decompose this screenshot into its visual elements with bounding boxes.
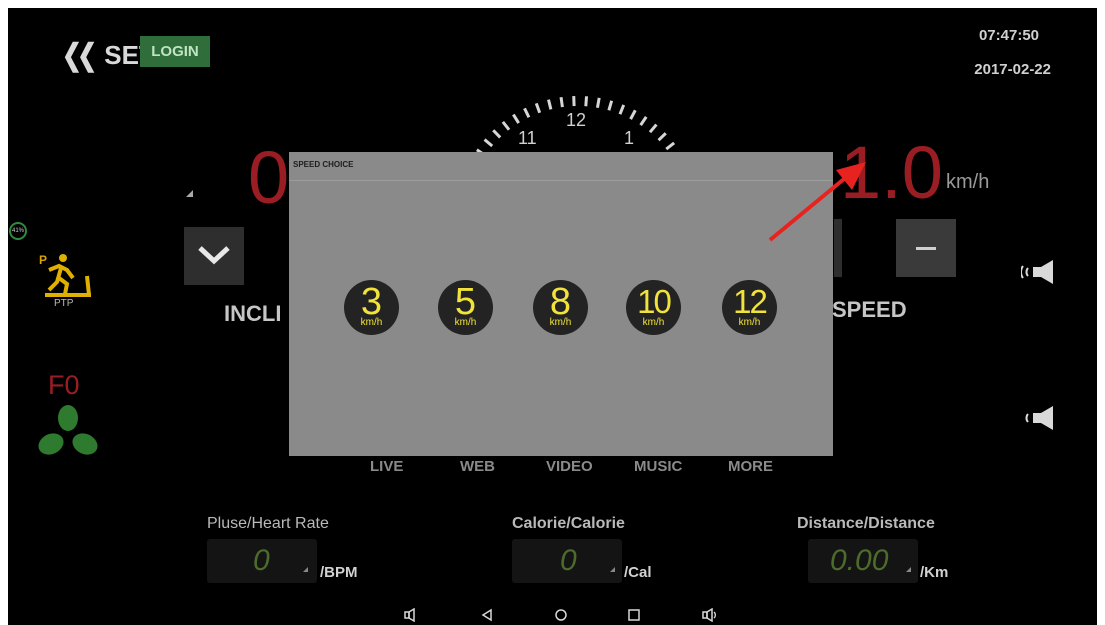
dial-tick (607, 100, 614, 111)
dial-tick (492, 129, 502, 139)
speed-choice-10[interactable]: 10 km/h (626, 280, 681, 335)
speed-choice-unit: km/h (549, 317, 572, 328)
incline-value: 0 (248, 136, 290, 219)
volume-down-icon[interactable] (1021, 404, 1061, 432)
incline-label: INCLI (224, 301, 282, 326)
heart-rate-value: 0 (253, 544, 270, 577)
speed-choice-value: 3 (360, 281, 383, 323)
speed-minus-button[interactable] (896, 219, 956, 277)
distance-value: 0.00 (830, 544, 889, 577)
home-icon[interactable] (554, 608, 568, 622)
dial-tick (648, 123, 658, 134)
dial-tick (665, 141, 676, 151)
dial-tick (547, 99, 553, 110)
dial-tick (523, 107, 531, 118)
dialog-title: SPEED CHOICE (293, 160, 354, 169)
dial-label-11: 11 (518, 128, 537, 148)
distance-field: 0.00 (808, 539, 918, 583)
volume-up-icon[interactable] (702, 608, 718, 622)
dial-tick (501, 120, 511, 131)
heart-rate-field: 0 (207, 539, 317, 583)
speed-choice-8[interactable]: 8 km/h (533, 280, 588, 335)
speed-choice-unit: km/h (360, 317, 383, 328)
speed-choice-12[interactable]: 12 km/h (722, 280, 777, 335)
field-corner-icon (610, 567, 615, 572)
annotation-arrow-icon (768, 162, 866, 242)
dial-tick (618, 104, 626, 115)
menu-video[interactable]: VIDEO (546, 458, 593, 475)
clock-time: 07:47:50 (978, 27, 1039, 44)
calorie-unit: /Cal (624, 564, 652, 581)
dial-tick (639, 116, 648, 126)
dialog-divider (289, 180, 833, 181)
calorie-value: 0 (560, 544, 577, 577)
chevron-down-icon (198, 246, 230, 265)
dial-tick (657, 132, 667, 142)
recents-icon[interactable] (627, 608, 641, 622)
back-icon[interactable] (480, 608, 494, 622)
speed-unit: km/h (946, 171, 990, 193)
volume-up-icon[interactable] (1021, 258, 1061, 286)
dial-tick (629, 109, 637, 120)
speed-choice-value: 10 (637, 283, 672, 320)
fan-icon[interactable] (38, 404, 98, 460)
menu-more[interactable]: MORE (728, 458, 773, 475)
distance-unit: /Km (920, 564, 949, 581)
dial-tick (595, 97, 601, 108)
dial-tick (559, 96, 564, 108)
dial-tick (534, 102, 542, 114)
speed-choice-unit: km/h (454, 317, 477, 328)
calorie-title: Calorie/Calorie (512, 515, 625, 532)
menu-music[interactable]: MUSIC (634, 458, 682, 475)
speed-choice-3[interactable]: 3 km/h (344, 280, 399, 335)
speed-choice-value: 5 (454, 281, 477, 323)
menu-web[interactable]: WEB (460, 458, 495, 475)
treadmill-screen: ❮❮ SET LOGIN 07:47:50 2017-02-22 11 12 1… (8, 8, 1097, 625)
speed-choice-value: 12 (733, 283, 768, 320)
dial-tick (483, 138, 494, 148)
field-corner-icon (303, 567, 308, 572)
incline-down-button[interactable] (184, 227, 244, 285)
ptp-label: PTP (54, 298, 74, 309)
fan-level: F0 (48, 370, 80, 400)
speed-choice-dialog: SPEED CHOICE 3 km/h 5 km/h 8 km/h 10 km/… (289, 152, 833, 456)
volume-down-icon[interactable] (404, 608, 418, 622)
distance-title: Distance/Distance (797, 515, 935, 532)
dial-tick (584, 96, 589, 107)
calorie-field: 0 (512, 539, 622, 583)
heart-rate-unit: /BPM (320, 564, 358, 581)
speed-choice-unit: km/h (642, 317, 665, 328)
speed-choice-value: 8 (549, 281, 572, 323)
speed-choice-unit: km/h (738, 317, 761, 328)
login-button[interactable]: LOGIN (140, 36, 210, 67)
heart-rate-title: Pluse/Heart Rate (207, 515, 329, 532)
speed-choice-5[interactable]: 5 km/h (438, 280, 493, 335)
double-chevron-left-icon: ❮❮ (61, 39, 97, 72)
dial-label-1: 1 (624, 128, 634, 148)
clock-date: 2017-02-22 (974, 61, 1051, 78)
dial-label-12: 12 (566, 110, 586, 130)
battery-indicator: 41% (9, 222, 27, 240)
field-corner-icon (906, 567, 911, 572)
menu-live[interactable]: LIVE (370, 458, 403, 475)
incline-marker-icon (186, 190, 193, 197)
svg-text:P: P (39, 253, 47, 267)
speed-label: SPEED (832, 297, 907, 322)
dial-tick (512, 113, 520, 124)
